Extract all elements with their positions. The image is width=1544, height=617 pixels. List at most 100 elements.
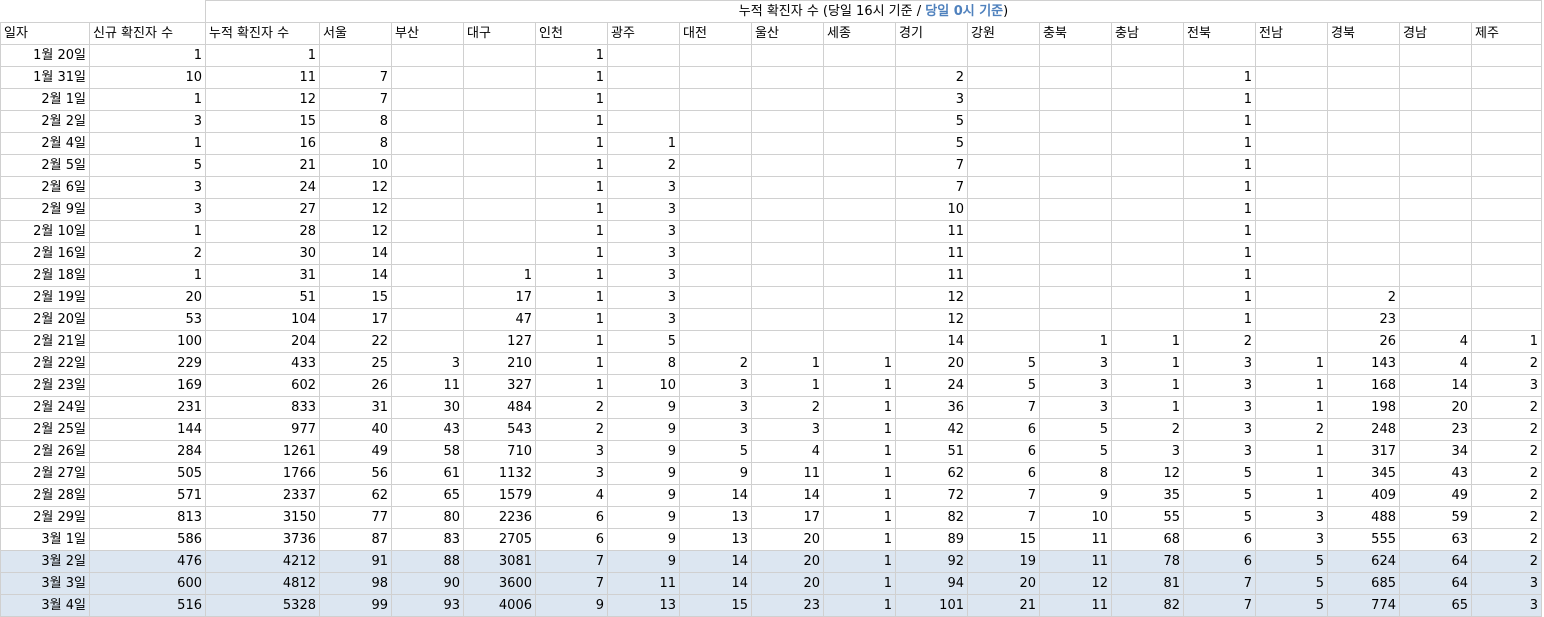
data-cell: 64 [1399, 550, 1472, 573]
data-cell: 23 [1399, 418, 1472, 441]
data-cell: 94 [895, 572, 968, 595]
data-cell: 1 [823, 418, 896, 441]
data-cell: 49 [1399, 484, 1472, 507]
data-cell [967, 264, 1040, 287]
data-cell: 1 [535, 176, 608, 199]
data-cell: 3 [535, 462, 608, 485]
column-header: 강원 [967, 22, 1040, 45]
data-cell: 143 [1327, 352, 1400, 375]
data-cell: 1261 [205, 440, 320, 463]
data-cell: 63 [1399, 528, 1472, 551]
data-cell: 31 [205, 264, 320, 287]
data-cell [751, 110, 824, 133]
data-cell: 2 [89, 242, 206, 265]
column-header: 대전 [679, 22, 752, 45]
data-cell: 25 [319, 352, 392, 375]
data-cell: 1 [823, 462, 896, 485]
date-cell: 2월 28일 [0, 484, 90, 507]
data-cell [1471, 154, 1542, 177]
data-cell [1039, 220, 1112, 243]
data-cell: 7 [967, 396, 1040, 419]
data-cell: 14 [751, 484, 824, 507]
blank-cell [0, 0, 206, 23]
data-cell: 100 [89, 330, 206, 353]
data-cell [1399, 220, 1472, 243]
data-cell: 2337 [205, 484, 320, 507]
data-cell [1471, 242, 1542, 265]
data-cell: 3 [1471, 374, 1542, 397]
data-cell: 1 [1183, 308, 1256, 331]
data-cell [463, 198, 536, 221]
table-row: 2월 9일 3 27 12 1 3 10 1 [0, 198, 1542, 221]
data-cell [823, 154, 896, 177]
table-row: 3월 2일 476 4212 91 88 3081 7 9 14 20 1 92 19 11 78 6 5 624… [0, 550, 1542, 573]
data-cell: 198 [1327, 396, 1400, 419]
data-cell: 3 [751, 418, 824, 441]
data-cell: 13 [607, 594, 680, 617]
column-header: 경기 [895, 22, 968, 45]
data-cell: 26 [319, 374, 392, 397]
data-cell: 1 [823, 396, 896, 419]
data-cell: 14 [1399, 374, 1472, 397]
column-header: 경북 [1327, 22, 1400, 45]
data-cell: 2 [1183, 330, 1256, 353]
column-header: 전남 [1255, 22, 1328, 45]
data-cell [823, 242, 896, 265]
data-cell: 602 [205, 374, 320, 397]
data-cell: 327 [463, 374, 536, 397]
data-cell: 1 [535, 44, 608, 67]
data-cell: 1 [89, 220, 206, 243]
data-cell: 7 [967, 484, 1040, 507]
data-cell: 127 [463, 330, 536, 353]
data-cell: 3 [1471, 594, 1542, 617]
data-cell [1255, 198, 1328, 221]
data-cell [463, 242, 536, 265]
data-cell [679, 308, 752, 331]
data-cell: 3 [1255, 506, 1328, 529]
data-cell: 20 [751, 528, 824, 551]
table-row: 2월 20일 53 104 17 47 1 3 12 1 23 [0, 308, 1542, 331]
data-cell: 17 [751, 506, 824, 529]
data-cell: 3 [679, 418, 752, 441]
data-cell: 11 [1039, 594, 1112, 617]
data-cell [391, 154, 464, 177]
data-cell: 3 [895, 88, 968, 111]
table-row: 2월 16일 2 30 14 1 3 11 1 [0, 242, 1542, 265]
data-cell: 3 [679, 374, 752, 397]
table-row: 2월 23일 169 602 26 11 327 1 10 3 1 1 24 5 3 1 3 1 168 14 3 [0, 374, 1542, 397]
data-cell [1327, 88, 1400, 111]
data-cell: 3 [607, 220, 680, 243]
data-cell [1471, 176, 1542, 199]
data-cell [823, 66, 896, 89]
data-cell [1471, 264, 1542, 287]
data-cell [1255, 154, 1328, 177]
data-cell: 15 [967, 528, 1040, 551]
data-cell [1039, 198, 1112, 221]
data-cell: 12 [319, 220, 392, 243]
data-cell: 15 [319, 286, 392, 309]
data-cell [679, 286, 752, 309]
data-cell [679, 198, 752, 221]
data-cell: 9 [607, 462, 680, 485]
data-cell: 1 [535, 220, 608, 243]
data-cell [391, 110, 464, 133]
date-cell: 3월 1일 [0, 528, 90, 551]
data-cell [1471, 308, 1542, 331]
data-cell [1111, 88, 1184, 111]
data-cell: 7 [319, 88, 392, 111]
data-cell [967, 176, 1040, 199]
data-cell [1111, 264, 1184, 287]
data-cell: 5 [895, 110, 968, 133]
data-cell: 3 [1039, 374, 1112, 397]
data-cell: 11 [895, 220, 968, 243]
data-cell: 91 [319, 550, 392, 573]
data-cell: 11 [391, 374, 464, 397]
data-cell: 1 [535, 154, 608, 177]
data-cell [1255, 330, 1328, 353]
data-cell: 710 [463, 440, 536, 463]
date-cell: 1월 31일 [0, 66, 90, 89]
data-cell [463, 66, 536, 89]
data-cell [1471, 44, 1542, 67]
data-cell [967, 308, 1040, 331]
data-cell: 17 [463, 286, 536, 309]
